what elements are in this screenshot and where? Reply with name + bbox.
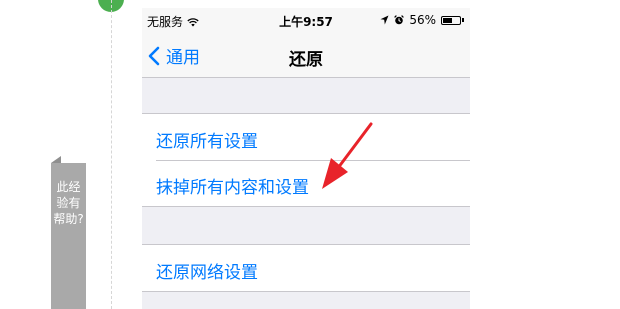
status-right: 56% (380, 13, 464, 27)
list-item-reset-network-settings[interactable]: 还原网络设置 (142, 245, 470, 291)
list-item-label: 抹掉所有内容和设置 (156, 178, 309, 198)
alarm-clock-icon (394, 15, 405, 25)
battery-tip (462, 18, 464, 22)
reset-group-primary: 还原所有设置 抹掉所有内容和设置 (142, 113, 470, 207)
page-canvas: 此经验有帮助? 无服务 上午9:57 56% 通用 还原 还原所有设置 抹掉所有… (0, 0, 620, 309)
reset-group-network: 还原网络设置 (142, 244, 470, 292)
navigation-bar: 通用 还原 (142, 34, 470, 78)
list-item-reset-all-settings[interactable]: 还原所有设置 (142, 114, 470, 160)
list-item-erase-all-content[interactable]: 抹掉所有内容和设置 (142, 160, 470, 206)
list-item-label: 还原所有设置 (156, 132, 258, 152)
list-item-label: 还原网络设置 (156, 263, 258, 283)
battery-fill (443, 17, 452, 23)
battery-icon (441, 15, 461, 25)
status-bar: 无服务 上午9:57 56% (142, 8, 470, 34)
step-guide-line (111, 0, 112, 309)
page-title: 还原 (289, 50, 323, 70)
helpful-feedback-tab[interactable]: 此经验有帮助? (51, 163, 86, 309)
battery-percent: 56% (409, 13, 436, 27)
location-arrow-icon (380, 15, 389, 25)
helpful-feedback-label: 此经验有帮助? (53, 180, 84, 226)
phone-screenshot: 无服务 上午9:57 56% 通用 还原 还原所有设置 抹掉所有内容和设置 还原… (142, 8, 470, 309)
side-tab-fold (51, 156, 61, 163)
